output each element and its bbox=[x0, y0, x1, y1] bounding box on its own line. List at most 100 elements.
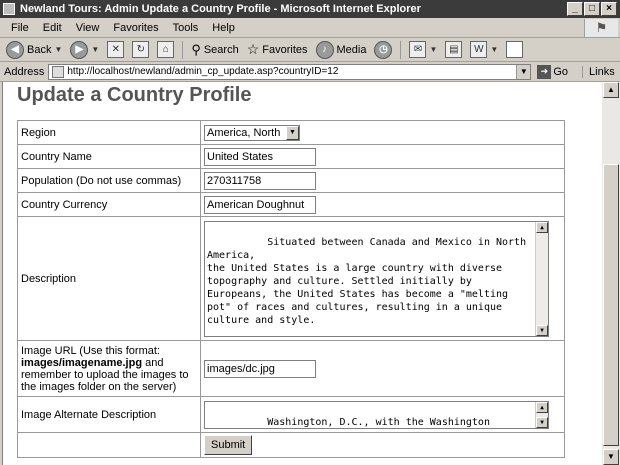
search-button[interactable]: ⚲ Search bbox=[189, 39, 240, 61]
stop-button[interactable]: ✕ bbox=[105, 39, 126, 61]
go-label: Go bbox=[553, 65, 569, 78]
currency-input[interactable] bbox=[204, 195, 316, 214]
history-button[interactable]: ◷ bbox=[372, 39, 394, 61]
edit-button[interactable]: W ▼ bbox=[468, 39, 500, 61]
scroll-up-icon[interactable]: ▲ bbox=[536, 221, 548, 233]
ie-app-icon bbox=[3, 3, 15, 15]
windows-logo-icon: ⚑ bbox=[584, 19, 618, 37]
address-bar: Address http://localhost/newland/admin_c… bbox=[0, 62, 620, 82]
close-button[interactable]: × bbox=[601, 2, 617, 16]
scroll-down-icon[interactable]: ▼ bbox=[536, 416, 548, 428]
menu-view[interactable]: View bbox=[69, 22, 107, 34]
mail-icon: ✉ bbox=[409, 41, 427, 58]
form-row-image-alt: Image Alternate Description Washington, … bbox=[17, 396, 565, 433]
links-button[interactable]: Links bbox=[582, 65, 615, 78]
page-scrollbar[interactable]: ▲ ▼ bbox=[602, 82, 620, 465]
submit-button[interactable]: Submit bbox=[204, 435, 253, 455]
empty-cell bbox=[17, 432, 201, 458]
menu-tools[interactable]: Tools bbox=[166, 22, 206, 34]
menu-favorites[interactable]: Favorites bbox=[106, 22, 165, 34]
window-controls: _ □ × bbox=[567, 2, 617, 16]
favorites-button[interactable]: ☆ Favorites bbox=[245, 39, 310, 61]
search-icon: ⚲ bbox=[191, 41, 201, 57]
go-arrow-icon: ➜ bbox=[537, 64, 552, 79]
home-button[interactable]: ⌂ bbox=[155, 39, 176, 61]
region-label: Region bbox=[17, 120, 201, 145]
form-row-description: Description Situated between Canada and … bbox=[17, 216, 565, 341]
image-alt-text: Washington, D.C., with the Washington Mo… bbox=[267, 416, 490, 428]
discuss-button[interactable] bbox=[504, 39, 525, 61]
back-dropdown-icon[interactable]: ▼ bbox=[54, 45, 62, 54]
home-icon: ⌂ bbox=[157, 41, 175, 58]
region-select[interactable]: America, North ▼ bbox=[204, 124, 300, 141]
forward-button[interactable]: ▶ ▼ bbox=[68, 39, 101, 61]
toolbar-separator bbox=[182, 40, 184, 59]
form-row-population: Population (Do not use commas) bbox=[17, 168, 565, 193]
description-scrollbar[interactable]: ▲ ▼ bbox=[535, 221, 548, 336]
mail-dropdown-icon[interactable]: ▼ bbox=[429, 45, 437, 54]
history-icon: ◷ bbox=[374, 40, 393, 59]
image-url-input[interactable] bbox=[204, 359, 316, 378]
country-profile-form: Region America, North ▼ Country Name Pop… bbox=[17, 120, 565, 458]
word-edit-icon: W bbox=[470, 41, 488, 58]
form-row-region: Region America, North ▼ bbox=[17, 120, 565, 145]
minimize-button[interactable]: _ bbox=[567, 2, 583, 16]
media-button[interactable]: ♪ Media bbox=[314, 39, 369, 61]
address-input[interactable]: http://localhost/newland/admin_cp_update… bbox=[48, 63, 532, 80]
forward-arrow-icon: ▶ bbox=[70, 40, 89, 59]
favorites-star-icon: ☆ bbox=[246, 41, 260, 57]
currency-label: Country Currency bbox=[17, 192, 201, 217]
refresh-button[interactable]: ↻ bbox=[130, 39, 151, 61]
go-button[interactable]: ➜ Go bbox=[537, 64, 569, 79]
form-row-image-url: Image URL (Use this format: images/image… bbox=[17, 340, 565, 397]
page-icon bbox=[52, 65, 65, 78]
window-title: Newland Tours: Admin Update a Country Pr… bbox=[20, 3, 421, 15]
form-row-submit: Submit bbox=[17, 432, 565, 458]
scroll-down-icon[interactable]: ▼ bbox=[536, 324, 548, 336]
print-button[interactable]: ▤ bbox=[443, 39, 464, 61]
favorites-label: Favorites bbox=[262, 43, 308, 56]
description-label: Description bbox=[17, 216, 201, 341]
form-row-currency: Country Currency bbox=[17, 192, 565, 217]
discuss-icon bbox=[506, 41, 524, 58]
form-row-country-name: Country Name bbox=[17, 144, 565, 169]
media-label: Media bbox=[336, 43, 367, 56]
image-url-format: images/imagename.jpg bbox=[21, 356, 143, 369]
page-content: Update a Country Profile Region America,… bbox=[2, 82, 602, 465]
scroll-down-icon[interactable]: ▼ bbox=[603, 449, 619, 465]
address-dropdown-icon[interactable]: ▼ bbox=[516, 64, 531, 79]
menu-file[interactable]: File bbox=[4, 22, 36, 34]
maximize-button[interactable]: □ bbox=[584, 2, 600, 16]
edit-dropdown-icon[interactable]: ▼ bbox=[490, 45, 498, 54]
image-url-label-pre: Image URL (Use this format: bbox=[21, 344, 160, 357]
country-name-label: Country Name bbox=[17, 144, 201, 169]
image-alt-textarea[interactable]: Washington, D.C., with the Washington Mo… bbox=[204, 400, 549, 429]
back-button[interactable]: ◀ Back ▼ bbox=[4, 39, 64, 61]
country-name-input[interactable] bbox=[204, 147, 316, 166]
search-label: Search bbox=[203, 43, 239, 56]
chevron-down-icon[interactable]: ▼ bbox=[286, 125, 299, 140]
scrollbar-thumb[interactable] bbox=[603, 164, 619, 446]
media-icon: ♪ bbox=[315, 40, 334, 59]
description-textarea[interactable]: Situated between Canada and Mexico in No… bbox=[204, 220, 549, 337]
title-bar: Newland Tours: Admin Update a Country Pr… bbox=[0, 0, 620, 18]
image-alt-label: Image Alternate Description bbox=[17, 396, 201, 433]
menu-bar: File Edit View Favorites Tools Help bbox=[0, 18, 620, 38]
mail-button[interactable]: ✉ ▼ bbox=[407, 39, 439, 61]
stop-icon: ✕ bbox=[107, 41, 125, 58]
description-text: Situated between Canada and Mexico in No… bbox=[207, 236, 527, 326]
page-title: Update a Country Profile bbox=[17, 84, 252, 106]
back-label: Back bbox=[27, 43, 52, 56]
menu-help[interactable]: Help bbox=[205, 22, 242, 34]
forward-dropdown-icon[interactable]: ▼ bbox=[91, 45, 99, 54]
address-label: Address bbox=[4, 65, 45, 78]
image-alt-scrollbar[interactable]: ▲ ▼ bbox=[535, 401, 548, 428]
scroll-up-icon[interactable]: ▲ bbox=[536, 401, 548, 413]
population-input[interactable] bbox=[204, 171, 316, 190]
scroll-up-icon[interactable]: ▲ bbox=[603, 82, 619, 98]
address-url: http://localhost/newland/admin_cp_update… bbox=[67, 66, 339, 77]
image-url-label: Image URL (Use this format: images/image… bbox=[17, 340, 201, 397]
menu-edit[interactable]: Edit bbox=[36, 22, 69, 34]
region-select-value: America, North bbox=[207, 126, 281, 139]
print-icon: ▤ bbox=[445, 41, 463, 58]
